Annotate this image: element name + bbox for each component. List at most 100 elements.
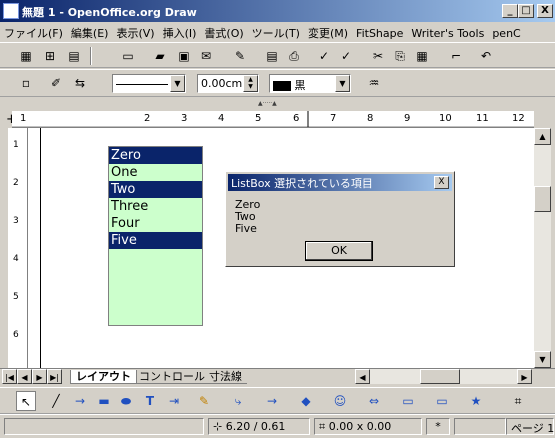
- scroll-up-icon[interactable]: ▲: [534, 128, 551, 145]
- undo-icon[interactable]: ↶: [476, 46, 496, 66]
- tab-layout[interactable]: レイアウト: [70, 370, 137, 384]
- listbox-item[interactable]: Two: [109, 181, 202, 198]
- tab-first-icon[interactable]: |◀: [2, 369, 17, 384]
- ruler-h-label: 10: [439, 113, 452, 124]
- ruler-corner-right: [534, 111, 551, 128]
- dialog-line: Five: [235, 222, 257, 235]
- grid-icon[interactable]: ▦: [16, 46, 36, 66]
- line-style-icon[interactable]: ✐: [46, 73, 66, 93]
- menu-fitshape[interactable]: FitShape: [352, 24, 407, 44]
- curve-tool-icon[interactable]: ✎: [194, 391, 214, 411]
- symbol-shapes-icon[interactable]: ☺: [330, 391, 350, 411]
- open-folder-icon[interactable]: ▰: [150, 46, 170, 66]
- arrow-line-icon[interactable]: →: [70, 391, 90, 411]
- tab-controls[interactable]: コントロール: [134, 370, 210, 384]
- menu-openclipart[interactable]: penC: [488, 24, 524, 44]
- tab-last-icon[interactable]: ▶|: [47, 369, 62, 384]
- listbox-item[interactable]: Zero: [109, 147, 202, 164]
- menu-tools[interactable]: ツール(T): [248, 22, 304, 42]
- autospell-icon[interactable]: ✓: [336, 46, 356, 66]
- line-fill-toolbar: ▫ ✐ ⇆ ▼ 0.00cm ▲ ▼ 黒 ▼ ♒: [0, 69, 555, 97]
- menu-modify[interactable]: 変更(M): [304, 22, 352, 42]
- menu-format[interactable]: 書式(O): [200, 22, 247, 42]
- horizontal-ruler[interactable]: 1 2 3 4 5 6 7 8 9 10 11 12: [12, 111, 534, 128]
- menu-insert[interactable]: 挿入(I): [159, 22, 201, 42]
- tab-prev-icon[interactable]: ◀: [17, 369, 32, 384]
- ruler-v-label: 2: [13, 178, 19, 188]
- layout-icon[interactable]: ⊞: [40, 46, 60, 66]
- line-tool-icon[interactable]: ╱: [46, 391, 66, 411]
- vertical-scrollbar[interactable]: ▲ ▼: [534, 128, 551, 368]
- lines-arrows-icon[interactable]: →: [262, 391, 282, 411]
- flowchart-icon[interactable]: ▭: [398, 391, 418, 411]
- email-icon[interactable]: ✉: [196, 46, 216, 66]
- hscroll-right-icon[interactable]: ▶: [517, 369, 532, 384]
- block-arrows-icon[interactable]: ⇔: [364, 391, 384, 411]
- edit-icon[interactable]: ✎: [230, 46, 250, 66]
- rectangle-icon[interactable]: ▬: [94, 391, 114, 411]
- line-color-select[interactable]: 黒 ▼: [269, 74, 351, 93]
- listbox-control[interactable]: Zero One Two Three Four Five: [108, 146, 203, 326]
- select-arrow-icon[interactable]: ↖: [16, 391, 36, 411]
- ruler-h-label: 7: [330, 113, 337, 124]
- ruler-h-label: 1: [20, 113, 27, 124]
- status-bar: ⊹ 6.20 / 0.61 ⌗ 0.00 x 0.00 * ページ 1 / 1: [0, 414, 555, 438]
- ellipse-icon[interactable]: ⬬: [116, 391, 136, 411]
- save-icon[interactable]: ▣: [174, 46, 194, 66]
- hscroll-left-icon[interactable]: ◀: [355, 369, 370, 384]
- scroll-down-icon[interactable]: ▼: [534, 351, 551, 368]
- status-zoom[interactable]: [454, 418, 506, 435]
- page-border: [40, 128, 41, 368]
- menu-edit[interactable]: 編集(E): [67, 22, 113, 42]
- status-position: ⊹ 6.20 / 0.61: [208, 418, 310, 435]
- vertical-text-icon[interactable]: ⇥: [164, 391, 184, 411]
- listbox-item[interactable]: Five: [109, 232, 202, 249]
- status-page: ページ 1 / 1: [506, 418, 555, 435]
- ok-button[interactable]: OK: [305, 241, 373, 261]
- tab-dimension-lines[interactable]: 寸法線: [204, 370, 247, 384]
- scroll-thumb[interactable]: [534, 186, 551, 212]
- basic-shapes-icon[interactable]: ◆: [296, 391, 316, 411]
- stars-icon[interactable]: ★: [466, 391, 486, 411]
- menu-bar: ファイル(F) 編集(E) 表示(V) 挿入(I) 書式(O) ツール(T) 変更(M) Fi…: [0, 22, 555, 42]
- minimize-button[interactable]: _: [502, 4, 518, 18]
- ruler-h-label: 2: [144, 113, 151, 124]
- menu-view[interactable]: 表示(V): [112, 22, 158, 42]
- new-document-icon[interactable]: ▭: [118, 46, 138, 66]
- listbox-item[interactable]: One: [109, 164, 202, 181]
- hscroll-thumb[interactable]: [420, 369, 460, 384]
- edit-file-icon[interactable]: ▤: [64, 46, 84, 66]
- maximize-button[interactable]: □: [518, 4, 534, 18]
- area-fill-icon[interactable]: ♒: [364, 73, 384, 93]
- close-button[interactable]: X: [537, 4, 553, 18]
- menu-file[interactable]: ファイル(F): [0, 22, 67, 42]
- callouts-icon[interactable]: ▭: [432, 391, 452, 411]
- copy-icon[interactable]: ⎘: [390, 46, 410, 66]
- ruler-v-label: 4: [13, 254, 19, 264]
- clone-format-icon[interactable]: ⌐: [446, 46, 466, 66]
- listbox-item[interactable]: Four: [109, 215, 202, 232]
- export-pdf-icon[interactable]: ▤: [262, 46, 282, 66]
- listbox-item[interactable]: Three: [109, 198, 202, 215]
- text-tool-icon[interactable]: T: [140, 391, 160, 411]
- menu-writers-tools[interactable]: Writer's Tools: [407, 24, 488, 44]
- ruler-h-label: 12: [512, 113, 525, 124]
- connector-icon[interactable]: ⤷: [228, 391, 248, 411]
- cut-icon[interactable]: ✂: [368, 46, 388, 66]
- arrow-style-icon[interactable]: ⇆: [70, 73, 90, 93]
- drawing-toolbar: ↖ ╱ → ▬ ⬬ T ⇥ ✎ ⤷ → ◆ ☺ ⇔ ▭ ▭ ★ ⌗: [0, 387, 555, 414]
- dialog-close-button[interactable]: X: [434, 176, 449, 189]
- status-size: ⌗ 0.00 x 0.00: [314, 418, 422, 435]
- line-style-select[interactable]: ▼: [112, 74, 186, 93]
- vertical-ruler[interactable]: 1 2 3 4 5 6: [8, 128, 28, 368]
- tab-next-icon[interactable]: ▶: [32, 369, 47, 384]
- points-icon[interactable]: ⌗: [508, 391, 528, 411]
- line-width-field[interactable]: 0.00cm ▲ ▼: [197, 74, 259, 93]
- ruler-v-label: 6: [13, 330, 19, 340]
- layer-tab-bar: |◀ ◀ ▶ ▶| レイアウト コントロール 寸法線 ◀ ▶: [0, 368, 555, 385]
- print-icon[interactable]: ⎙: [284, 46, 304, 66]
- status-modified: *: [426, 418, 450, 435]
- spellcheck-icon[interactable]: ✓: [314, 46, 334, 66]
- paste-icon[interactable]: ▦: [412, 46, 432, 66]
- frame-icon[interactable]: ▫: [16, 73, 36, 93]
